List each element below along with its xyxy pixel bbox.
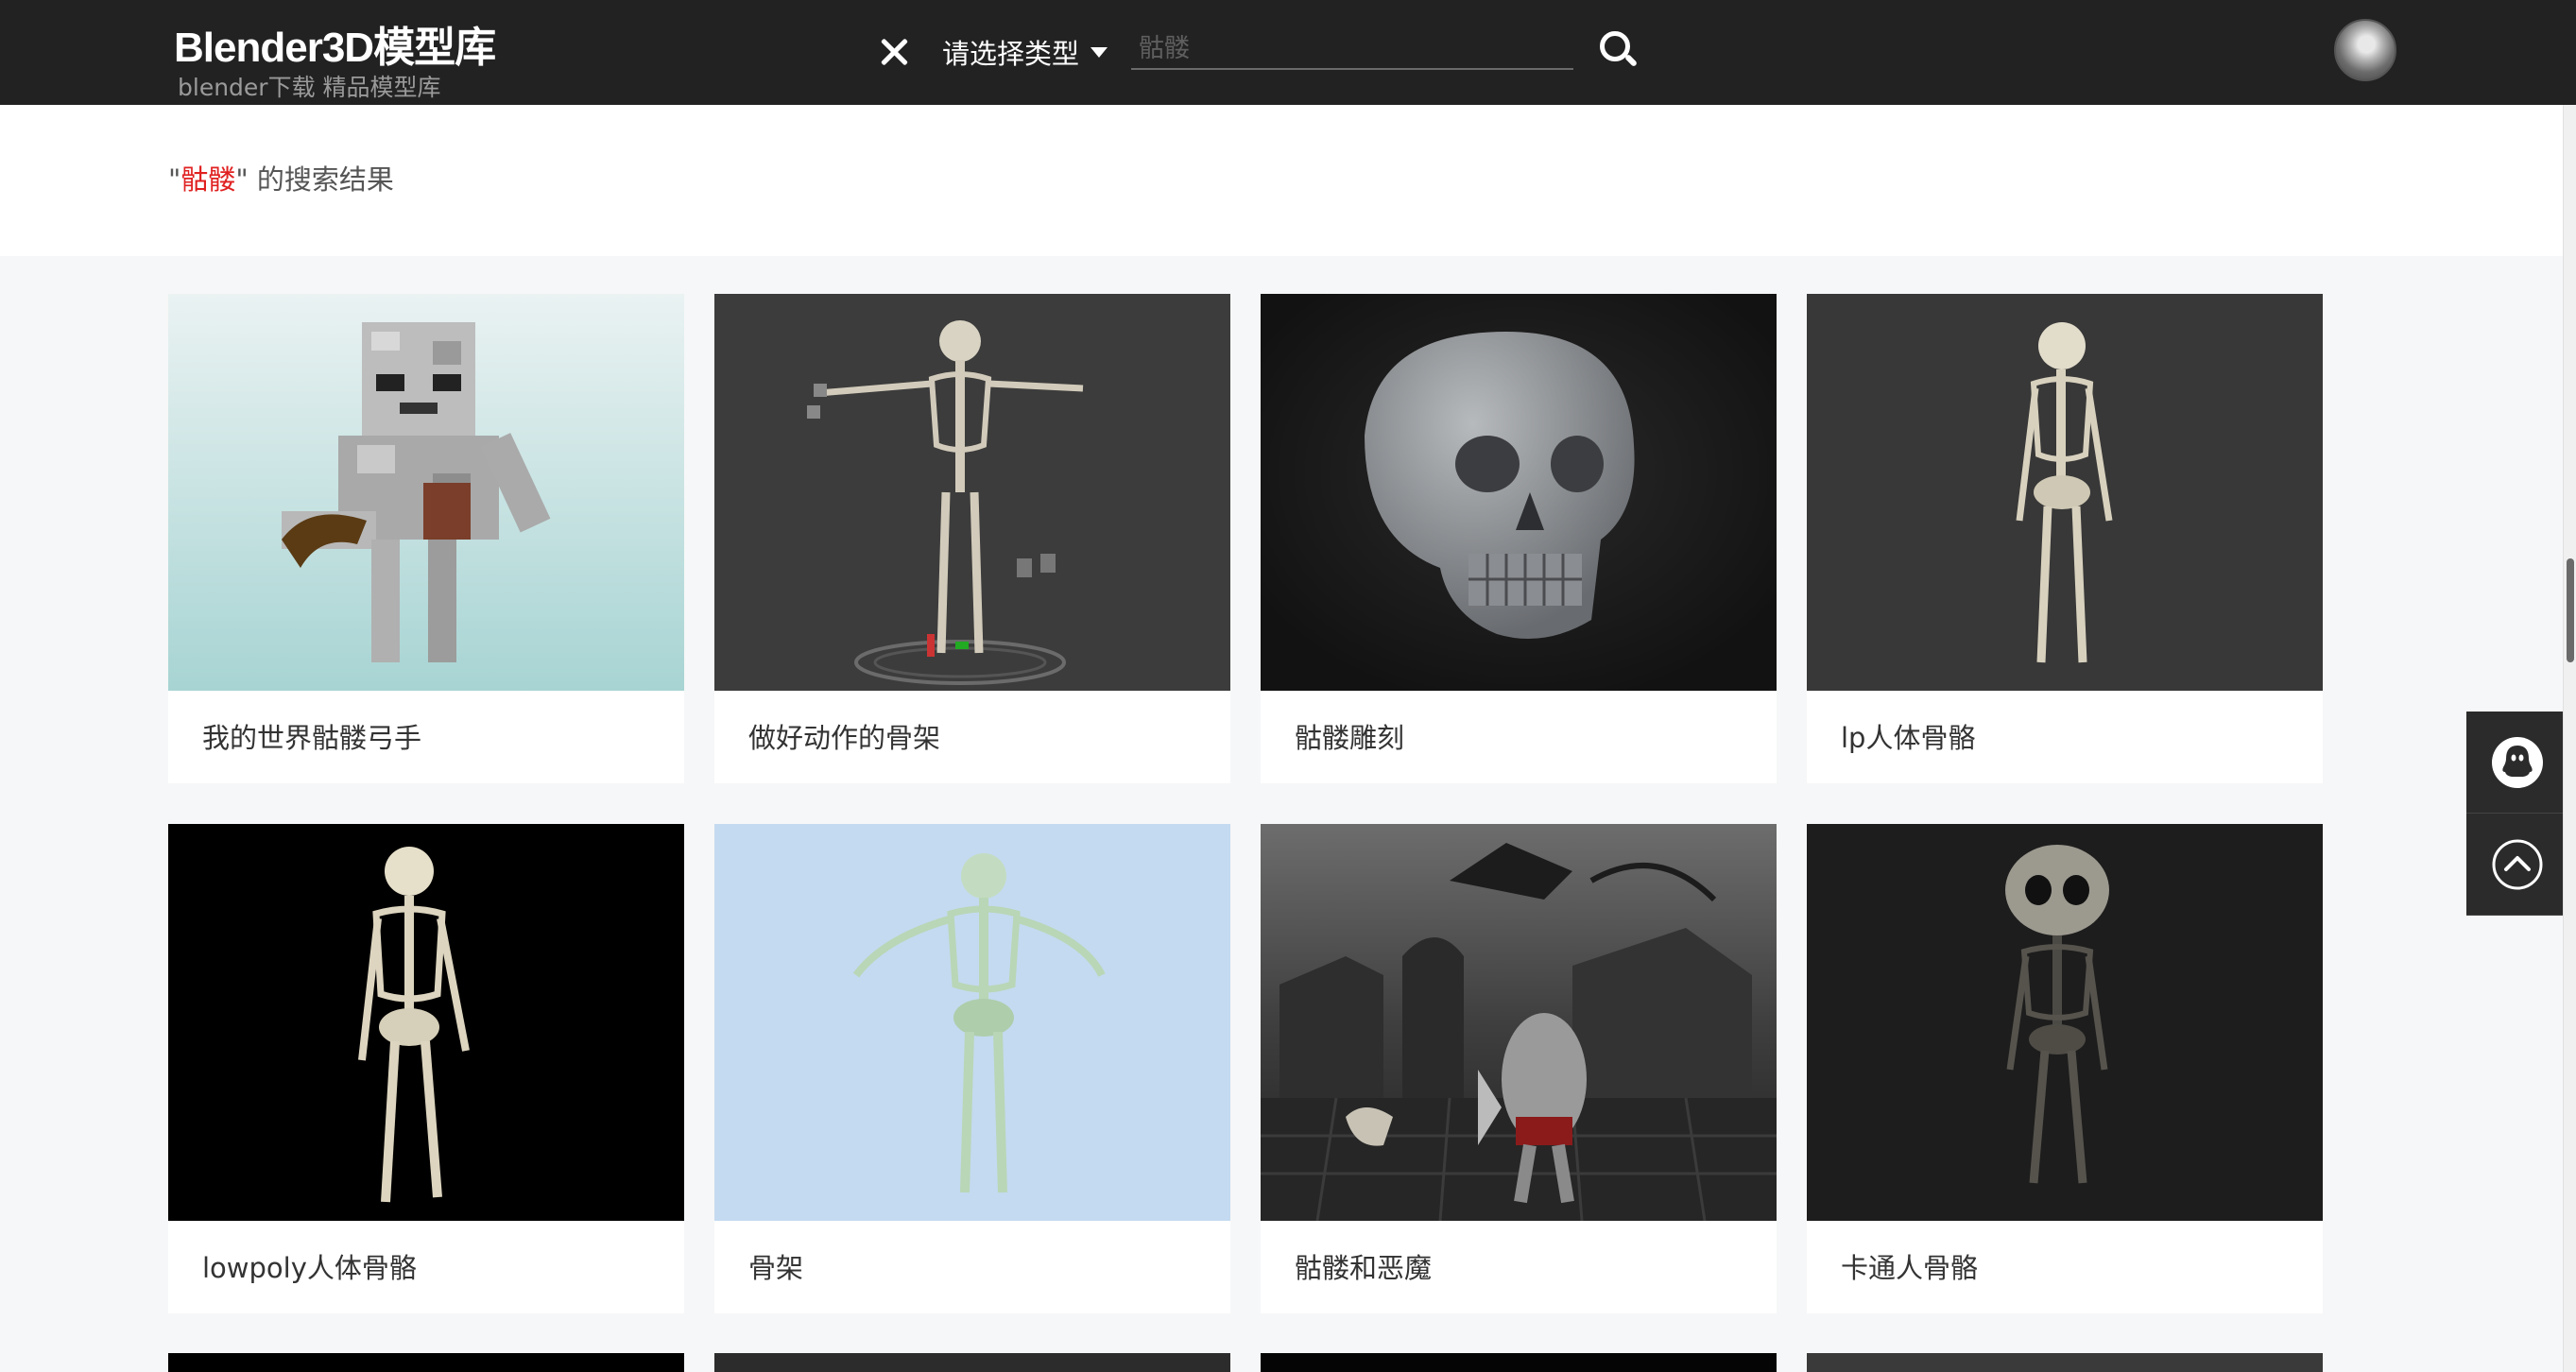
model-card-partial[interactable] — [1807, 1353, 2323, 1372]
search-result-title: "骷髅" 的搜索结果 — [168, 158, 394, 197]
model-card-partial[interactable] — [714, 1353, 1230, 1372]
search-input[interactable] — [1131, 28, 1573, 70]
user-avatar[interactable] — [2334, 19, 2396, 81]
model-thumbnail[interactable] — [714, 294, 1230, 691]
model-thumbnail[interactable] — [1807, 294, 2323, 691]
page: Blender3D模型库 blender下载 精品模型库 请选择类型 "骷髅" … — [0, 0, 2576, 1372]
floating-side-tools — [2466, 712, 2568, 916]
back-to-top-button[interactable] — [2466, 814, 2568, 916]
model-card-partial[interactable] — [1261, 1353, 1777, 1372]
model-title[interactable]: 骨架 — [748, 1246, 803, 1286]
logo-title: Blender3D模型库 — [174, 25, 496, 71]
page-scrollbar[interactable] — [2563, 105, 2576, 1372]
quote-close: " — [235, 163, 249, 196]
model-title[interactable]: 卡通人骨骼 — [1841, 1246, 1978, 1286]
site-logo[interactable]: Blender3D模型库 blender下载 精品模型库 — [174, 23, 496, 102]
model-thumbnail[interactable] — [168, 824, 684, 1221]
model-thumbnail[interactable] — [1807, 824, 2323, 1221]
model-title[interactable]: lp人体骨骼 — [1841, 716, 1975, 756]
quote-open: " — [168, 163, 181, 196]
model-card[interactable]: 我的世界骷髅弓手 — [168, 294, 684, 783]
model-title[interactable]: 骷髅和恶魔 — [1295, 1246, 1432, 1286]
model-card[interactable]: lowpoly人体骨骼 — [168, 824, 684, 1313]
model-card[interactable]: 骨架 — [714, 824, 1230, 1313]
qq-penguin-icon — [2491, 736, 2544, 789]
logo-subtitle: blender下载 精品模型库 — [178, 74, 441, 101]
model-title[interactable]: lowpoly人体骨骼 — [202, 1246, 417, 1286]
arrow-up-circle-icon — [2491, 838, 2544, 891]
model-card[interactable]: 骷髅和恶魔 — [1261, 824, 1777, 1313]
top-navbar: Blender3D模型库 blender下载 精品模型库 请选择类型 — [0, 0, 2576, 105]
model-thumbnail[interactable] — [1261, 294, 1777, 691]
model-card[interactable]: lp人体骨骼 — [1807, 294, 2323, 783]
model-thumbnail[interactable] — [1261, 824, 1777, 1221]
type-select-label: 请选择类型 — [942, 38, 1080, 70]
caret-down-icon — [1091, 46, 1108, 58]
model-card[interactable]: 做好动作的骨架 — [714, 294, 1230, 783]
close-icon[interactable] — [874, 32, 914, 72]
model-thumbnail[interactable] — [714, 824, 1230, 1221]
search-keyword: 骷髅 — [180, 163, 236, 196]
model-thumbnail[interactable] — [168, 294, 684, 691]
search-icon[interactable] — [1597, 28, 1640, 72]
model-card-partial[interactable] — [168, 1353, 684, 1372]
qq-support-button[interactable] — [2466, 712, 2568, 814]
model-title[interactable]: 骷髅雕刻 — [1295, 716, 1404, 756]
scrollbar-thumb[interactable] — [2567, 558, 2574, 662]
search-result-suffix: 的搜索结果 — [248, 163, 394, 196]
model-title[interactable]: 我的世界骷髅弓手 — [202, 716, 421, 756]
model-title[interactable]: 做好动作的骨架 — [748, 716, 940, 756]
model-card[interactable]: 卡通人骨骼 — [1807, 824, 2323, 1313]
search-result-header: "骷髅" 的搜索结果 — [0, 105, 2563, 256]
model-card[interactable]: 骷髅雕刻 — [1261, 294, 1777, 783]
type-select-dropdown[interactable]: 请选择类型 — [942, 28, 1108, 76]
